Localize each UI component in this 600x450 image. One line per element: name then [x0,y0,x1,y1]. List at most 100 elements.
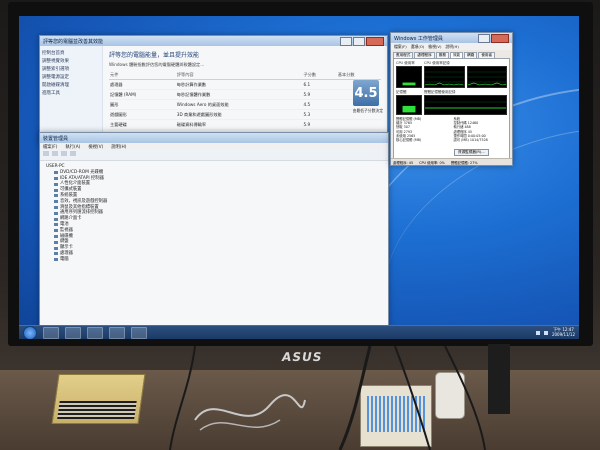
table-row: 圖形 Windows Aero 的桌面效能 4.5 [109,99,381,110]
device-icon [54,211,58,215]
col-component: 元件 [109,71,176,80]
system-tray: 下午 12:47 2009/11/12 [535,327,575,337]
sidebar-item[interactable]: 調整電源設定 [42,74,100,82]
menu-view[interactable]: 檢視(V) [428,44,441,50]
cables-hanging [160,345,540,450]
network-icon[interactable] [535,330,540,335]
cpu-history-graph-1 [424,66,465,88]
performance-window[interactable]: 評等您的電腦並改善其效能 控制台首頁 調整視覺效果 調整索引選項 調整電源設定 … [39,35,388,144]
row-score: 6.1 [302,79,337,90]
row-component: 遊戲圖形 [109,109,176,120]
stat-row: 認可 (MB) 1014/7528 [453,138,488,143]
table-row: 主要硬碟 磁碟資料傳輸率 5.9 [109,119,381,130]
forward-icon[interactable] [52,151,58,156]
memory-stats: 實體記憶體 (MB) 系統 總計 3765 控制代碼 12460 快取 307 … [394,115,509,144]
stat-row: 核心記憶體 (MB) [396,138,422,143]
menu-file[interactable]: 檔案(F) [394,44,407,50]
resource-monitor-button[interactable]: 資源監視器(R)... [454,149,489,156]
col-basescore: 基本分數 [336,71,381,80]
table-row: 遊戲圖形 3D 商業和遊戲圖形效能 5.3 [109,109,381,120]
performance-heading: 評等您的電腦能量，並且提升效能 [109,52,200,59]
taskbar-app-devmgr[interactable] [109,326,125,339]
menu-help[interactable]: 說明(H) [445,44,458,50]
device-icon [54,194,58,198]
desktop-screen: 評等您的電腦並改善其效能 控制台首頁 調整視覺效果 調整索引選項 調整電源設定 … [19,16,579,339]
device-icon [54,252,58,256]
clock-date: 2009/11/12 [551,331,575,337]
performance-sidebar: 控制台首頁 調整視覺效果 調整索引選項 調整電源設定 開啟磁碟清理 進階工具 [40,46,103,143]
taskbar-app-taskmgr[interactable] [131,326,147,339]
device-icon [54,176,58,180]
maximize-button[interactable] [353,36,365,46]
minimize-button[interactable] [478,33,490,43]
performance-titlebar[interactable]: 評等您的電腦並改善其效能 [40,36,387,46]
row-score: 5.9 [302,89,337,100]
minimize-button[interactable] [340,36,352,46]
sidebar-item[interactable]: 控制台首頁 [42,50,100,58]
menu-options[interactable]: 選項(O) [411,44,425,50]
menu-view[interactable]: 檢視(V) [88,144,103,150]
menu-help[interactable]: 說明(H) [111,144,126,150]
table-row: 處理器 每秒計算作業數 6.1 [109,79,381,90]
sidebar-item[interactable]: 進階工具 [42,90,100,98]
device-icon [54,229,58,233]
row-component: 主要硬碟 [109,119,176,130]
row-detail: Windows Aero 的桌面效能 [175,99,303,110]
status-cpu: CPU 使用率: 0% [419,160,445,165]
row-score: 5.3 [302,109,337,120]
device-icon [54,240,58,244]
memory-history-graph [424,95,507,115]
help-icon[interactable] [70,151,76,156]
base-score-badge: 4.5 [353,80,379,106]
taskbar-app-ie[interactable] [65,326,81,339]
tree-node-label: 電腦 [60,256,69,262]
row-score: 4.5 [302,99,337,110]
performance-window-title: 評等您的電腦並改善其效能 [43,38,104,45]
device-manager-window[interactable]: 裝置管理員 檔案(F) 執行(A) 檢視(V) 說明(H) USER-PC DV… [39,132,389,339]
menu-file[interactable]: 檔案(F) [43,144,57,150]
device-icon [54,182,58,186]
device-icon [54,258,58,262]
properties-icon[interactable] [61,151,67,156]
device-manager-toolbar [40,150,388,161]
memory-graph [396,95,422,115]
row-component: 圖形 [109,99,176,110]
row-detail: 3D 商業和遊戲圖形效能 [175,109,303,120]
col-subscore: 子分數 [302,71,337,80]
device-icon [54,205,58,209]
start-button[interactable] [23,325,37,339]
close-button[interactable] [366,36,384,46]
close-button[interactable] [491,33,509,43]
task-manager-menubar: 檔案(F) 選項(O) 檢視(V) 說明(H) [391,43,512,50]
device-icon [54,200,58,204]
task-manager-window[interactable]: Windows 工作管理員 檔案(F) 選項(O) 檢視(V) 說明(H) 應用… [390,32,513,166]
performance-main: 評等您的電腦能量，並且提升效能 Windows 體驗指數評估您的電腦硬體與軟體設… [103,46,387,143]
device-icon [54,188,58,192]
sidebar-item[interactable]: 調整視覺效果 [42,58,100,66]
performance-panel: CPU 使用率 CPU 使用率記錄 記憶體 實體記憶體使用記錄 實體記憶體 (M… [393,58,510,161]
device-manager-titlebar[interactable]: 裝置管理員 [40,133,388,143]
col-detail: 評等內容 [175,71,303,80]
tree-node[interactable]: 電腦 [54,257,382,263]
menu-action[interactable]: 執行(A) [65,144,80,150]
taskbar: 下午 12:47 2009/11/12 [19,325,579,339]
score-caption: 由最低子分數決定 [352,108,383,113]
row-detail: 每秒計算作業數 [175,79,303,90]
device-icon [54,171,58,175]
task-manager-statusbar: 處理程序: 45 CPU 使用率: 0% 實體記憶體: 27% [391,158,512,165]
device-icon [54,246,58,250]
cpu-usage-graph [396,66,422,88]
row-component: 記憶體 (RAM) [109,89,176,100]
sidebar-item[interactable]: 調整索引選項 [42,66,100,74]
device-manager-menubar: 檔案(F) 執行(A) 檢視(V) 說明(H) [40,143,388,150]
sidebar-item[interactable]: 開啟磁碟清理 [42,82,100,90]
taskbar-app-explorer[interactable] [43,326,59,339]
back-icon[interactable] [43,151,49,156]
row-detail: 每秒記憶體作業數 [175,89,303,100]
device-icon [54,217,58,221]
taskbar-app-media[interactable] [87,326,103,339]
clock[interactable]: 下午 12:47 2009/11/12 [551,327,575,337]
task-manager-titlebar[interactable]: Windows 工作管理員 [391,33,512,43]
volume-icon[interactable] [543,330,548,335]
row-score: 5.9 [302,119,337,130]
